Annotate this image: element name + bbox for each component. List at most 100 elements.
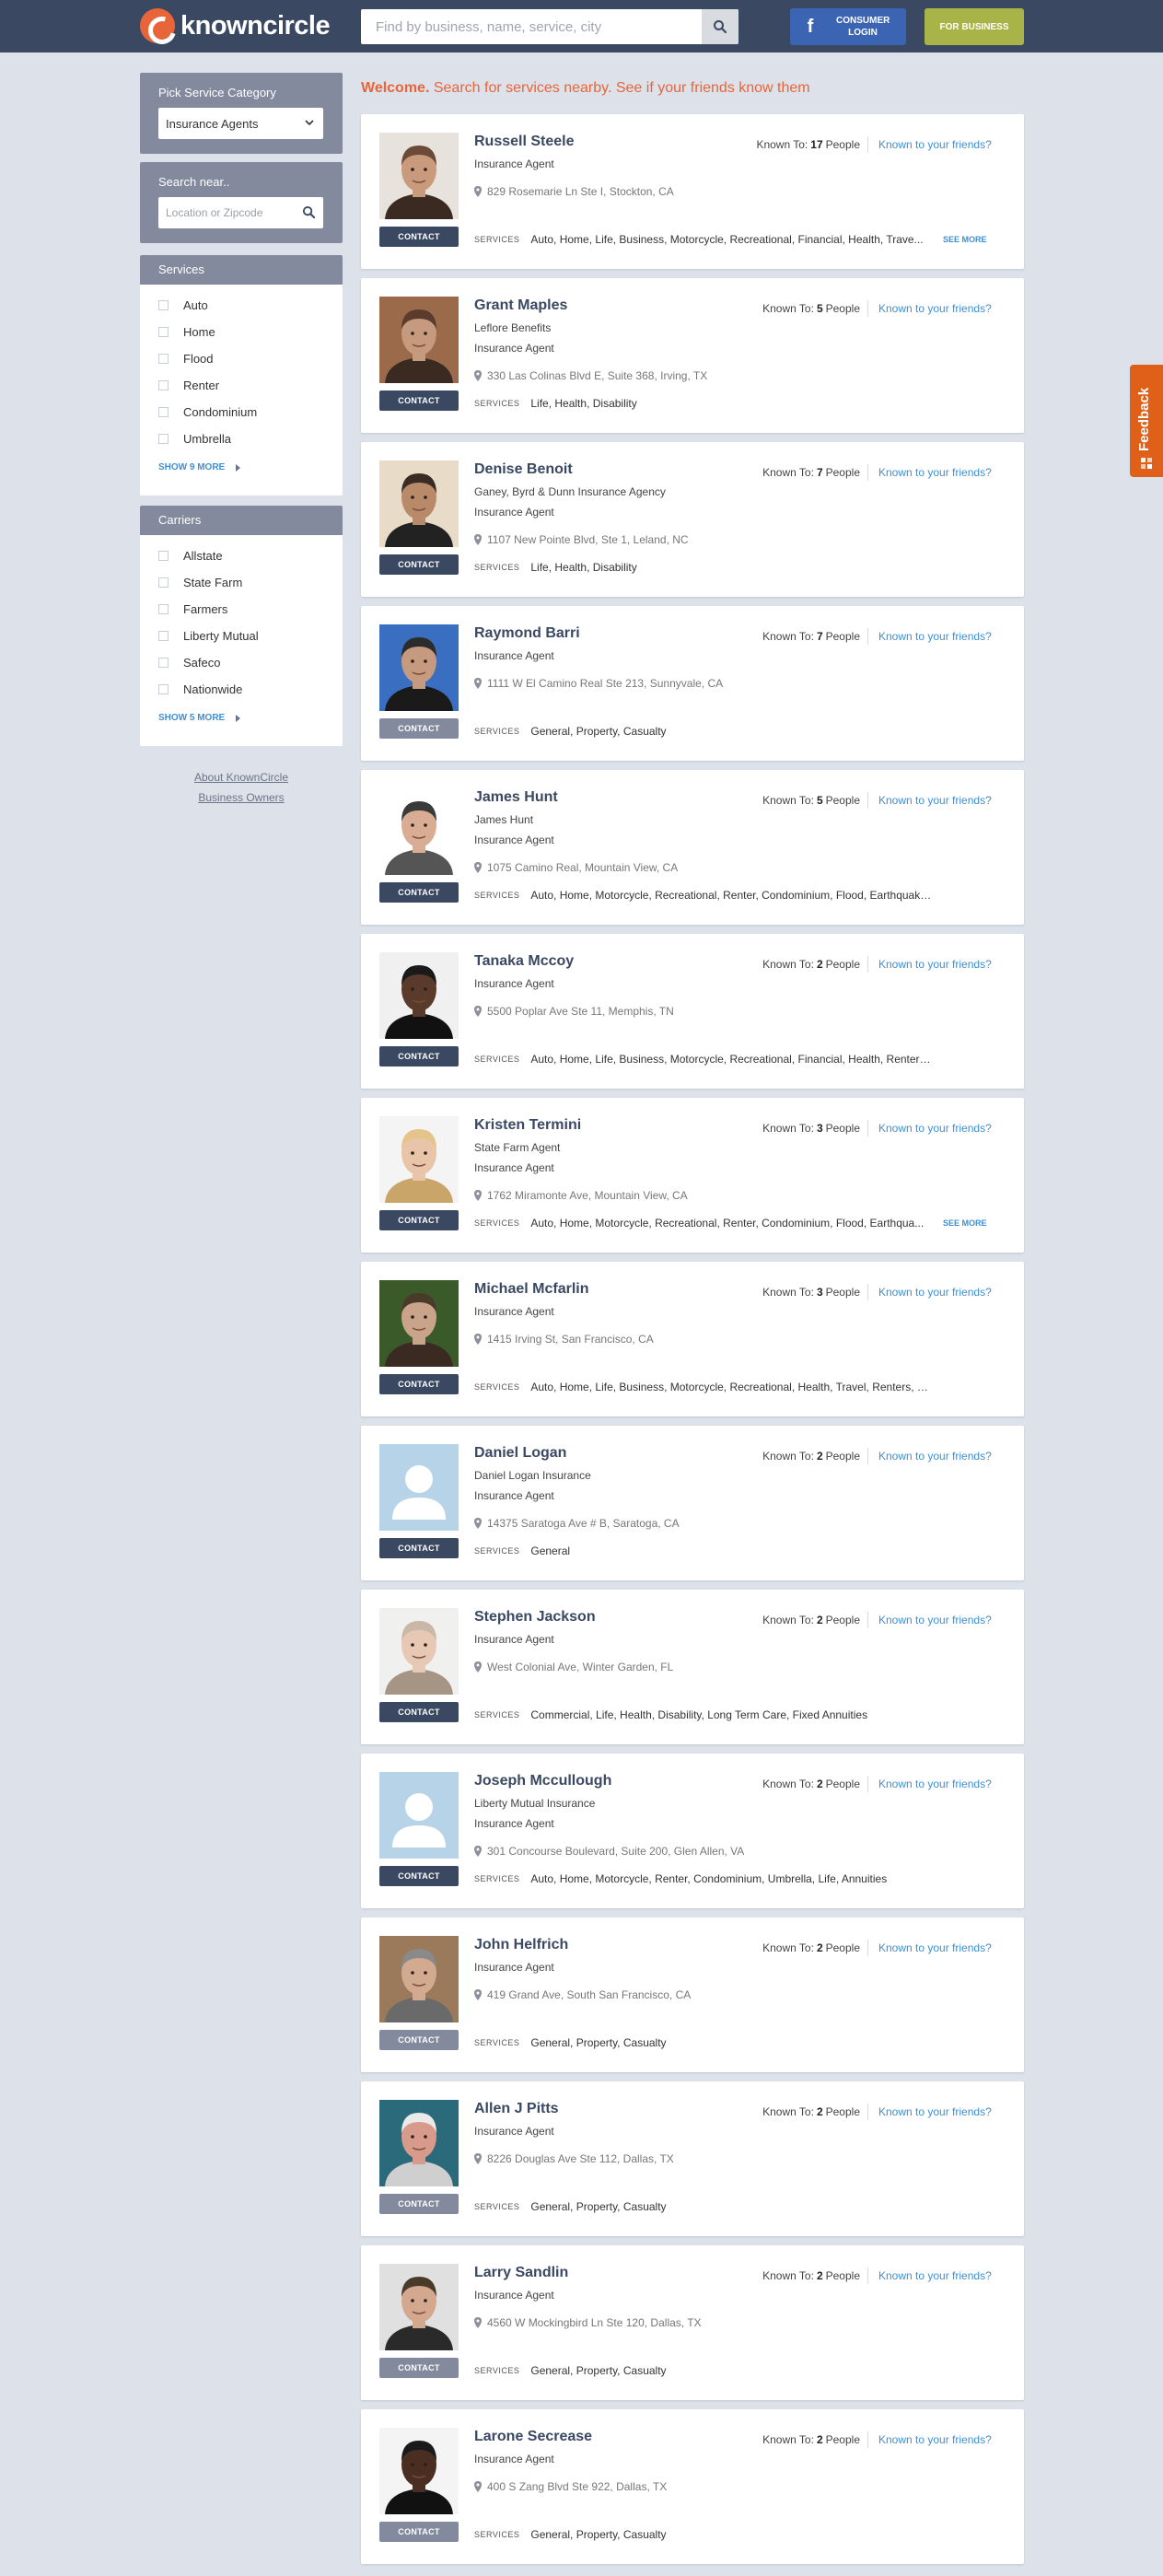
feedback-tab[interactable]: Feedback bbox=[1130, 365, 1163, 477]
agent-photo[interactable] bbox=[379, 297, 459, 383]
service-option[interactable]: Umbrella bbox=[158, 432, 231, 446]
contact-button[interactable]: CONTACT bbox=[379, 882, 459, 903]
known-to-friends-link[interactable]: Known to your friends? bbox=[878, 2105, 992, 2118]
agent-name[interactable]: Larone Secrease bbox=[474, 2429, 592, 2445]
checkbox[interactable] bbox=[158, 300, 169, 310]
agent-name[interactable]: John Helfrich bbox=[474, 1937, 568, 1953]
business-owners-link[interactable]: Business Owners bbox=[140, 791, 343, 804]
known-to-friends-link[interactable]: Known to your friends? bbox=[878, 794, 992, 807]
checkbox[interactable] bbox=[158, 577, 169, 588]
service-option[interactable]: Flood bbox=[158, 352, 214, 366]
service-option[interactable]: Condominium bbox=[158, 405, 257, 419]
agent-name[interactable]: Grant Maples bbox=[474, 297, 567, 314]
checkbox[interactable] bbox=[158, 327, 169, 337]
known-to-friends-link[interactable]: Known to your friends? bbox=[878, 2269, 992, 2282]
search-button[interactable] bbox=[702, 9, 739, 44]
agent-name[interactable]: Raymond Barri bbox=[474, 625, 580, 642]
see-more-link[interactable]: SEE MORE bbox=[943, 1218, 987, 1228]
contact-button[interactable]: CONTACT bbox=[379, 554, 459, 575]
known-to-friends-link[interactable]: Known to your friends? bbox=[878, 2433, 992, 2446]
search-input[interactable] bbox=[361, 9, 702, 44]
checkbox[interactable] bbox=[158, 631, 169, 641]
agent-photo[interactable] bbox=[379, 460, 459, 547]
consumer-login-button[interactable]: f CONSUMER LOGIN bbox=[790, 8, 906, 45]
checkbox[interactable] bbox=[158, 658, 169, 668]
agent-photo[interactable] bbox=[379, 1936, 459, 2022]
agent-photo[interactable] bbox=[379, 133, 459, 219]
checkbox[interactable] bbox=[158, 551, 169, 561]
agent-photo[interactable] bbox=[379, 788, 459, 875]
agent-photo[interactable] bbox=[379, 1772, 459, 1859]
agent-name[interactable]: Michael Mcfarlin bbox=[474, 1281, 588, 1298]
agent-photo[interactable] bbox=[379, 2100, 459, 2186]
about-link[interactable]: About KnownCircle bbox=[140, 771, 343, 784]
service-option[interactable]: Home bbox=[158, 325, 215, 339]
known-to-friends-link[interactable]: Known to your friends? bbox=[878, 1941, 992, 1954]
agent-photo[interactable] bbox=[379, 1608, 459, 1695]
contact-button[interactable]: CONTACT bbox=[379, 390, 459, 411]
carrier-option[interactable]: Farmers bbox=[158, 602, 227, 616]
contact-button[interactable]: CONTACT bbox=[379, 2522, 459, 2542]
known-to-friends-link[interactable]: Known to your friends? bbox=[878, 1450, 992, 1463]
contact-button[interactable]: CONTACT bbox=[379, 2030, 459, 2050]
agent-name[interactable]: Stephen Jackson bbox=[474, 1609, 596, 1626]
agent-name[interactable]: Daniel Logan bbox=[474, 1445, 566, 1462]
agent-name[interactable]: Larry Sandlin bbox=[474, 2265, 568, 2281]
carrier-option[interactable]: State Farm bbox=[158, 576, 242, 589]
contact-button[interactable]: CONTACT bbox=[379, 2358, 459, 2378]
contact-button[interactable]: CONTACT bbox=[379, 1374, 459, 1394]
agent-name[interactable]: Denise Benoit bbox=[474, 461, 573, 478]
category-select[interactable]: Insurance Agents bbox=[158, 108, 323, 139]
agent-name[interactable]: Allen J Pitts bbox=[474, 2101, 559, 2117]
known-to-friends-link[interactable]: Known to your friends? bbox=[878, 302, 992, 315]
contact-button[interactable]: CONTACT bbox=[379, 1538, 459, 1558]
agent-photo[interactable] bbox=[379, 1280, 459, 1367]
service-show-more-link[interactable]: SHOW 9 MORE bbox=[158, 462, 241, 472]
contact-button[interactable]: CONTACT bbox=[379, 718, 459, 739]
agent-name[interactable]: Joseph Mccullough bbox=[474, 1773, 611, 1789]
contact-button[interactable]: CONTACT bbox=[379, 1210, 459, 1230]
known-to-friends-link[interactable]: Known to your friends? bbox=[878, 466, 992, 479]
checkbox[interactable] bbox=[158, 354, 169, 364]
known-to-friends-link[interactable]: Known to your friends? bbox=[878, 138, 992, 151]
see-more-link[interactable]: SEE MORE bbox=[943, 235, 987, 244]
agent-photo[interactable] bbox=[379, 624, 459, 711]
checkbox[interactable] bbox=[158, 684, 169, 694]
checkbox[interactable] bbox=[158, 407, 169, 417]
carrier-option[interactable]: Nationwide bbox=[158, 682, 242, 696]
known-to-friends-link[interactable]: Known to your friends? bbox=[878, 958, 992, 971]
agent-photo[interactable] bbox=[379, 2264, 459, 2350]
contact-button[interactable]: CONTACT bbox=[379, 2194, 459, 2214]
carrier-option[interactable]: Liberty Mutual bbox=[158, 629, 259, 643]
agent-photo[interactable] bbox=[379, 2428, 459, 2514]
contact-button[interactable]: CONTACT bbox=[379, 1702, 459, 1722]
service-option[interactable]: Auto bbox=[158, 298, 208, 312]
search-icon[interactable] bbox=[302, 205, 316, 219]
carrier-option[interactable]: Safeco bbox=[158, 656, 220, 670]
carrier-show-more-link[interactable]: SHOW 5 MORE bbox=[158, 713, 241, 723]
contact-button[interactable]: CONTACT bbox=[379, 227, 459, 247]
location-input[interactable] bbox=[158, 197, 292, 228]
known-to-friends-link[interactable]: Known to your friends? bbox=[878, 1286, 992, 1299]
agent-name[interactable]: Russell Steele bbox=[474, 134, 575, 150]
agent-name[interactable]: Tanaka Mccoy bbox=[474, 953, 574, 970]
for-business-button[interactable]: FOR BUSINESS bbox=[925, 8, 1024, 45]
logo[interactable]: knowncircle bbox=[140, 8, 331, 43]
contact-button[interactable]: CONTACT bbox=[379, 1866, 459, 1886]
services-list: General, Property, Casualty bbox=[530, 2364, 667, 2377]
contact-button[interactable]: CONTACT bbox=[379, 1046, 459, 1067]
known-to-friends-link[interactable]: Known to your friends? bbox=[878, 1614, 992, 1626]
agent-name[interactable]: James Hunt bbox=[474, 789, 558, 806]
known-to-friends-link[interactable]: Known to your friends? bbox=[878, 1122, 992, 1135]
known-to-friends-link[interactable]: Known to your friends? bbox=[878, 630, 992, 643]
checkbox[interactable] bbox=[158, 380, 169, 390]
agent-name[interactable]: Kristen Termini bbox=[474, 1117, 581, 1134]
agent-photo[interactable] bbox=[379, 952, 459, 1039]
checkbox[interactable] bbox=[158, 434, 169, 444]
agent-photo[interactable] bbox=[379, 1116, 459, 1203]
service-option[interactable]: Renter bbox=[158, 379, 219, 392]
carrier-option[interactable]: Allstate bbox=[158, 549, 223, 563]
agent-photo[interactable] bbox=[379, 1444, 459, 1531]
checkbox[interactable] bbox=[158, 604, 169, 614]
known-to-friends-link[interactable]: Known to your friends? bbox=[878, 1778, 992, 1790]
